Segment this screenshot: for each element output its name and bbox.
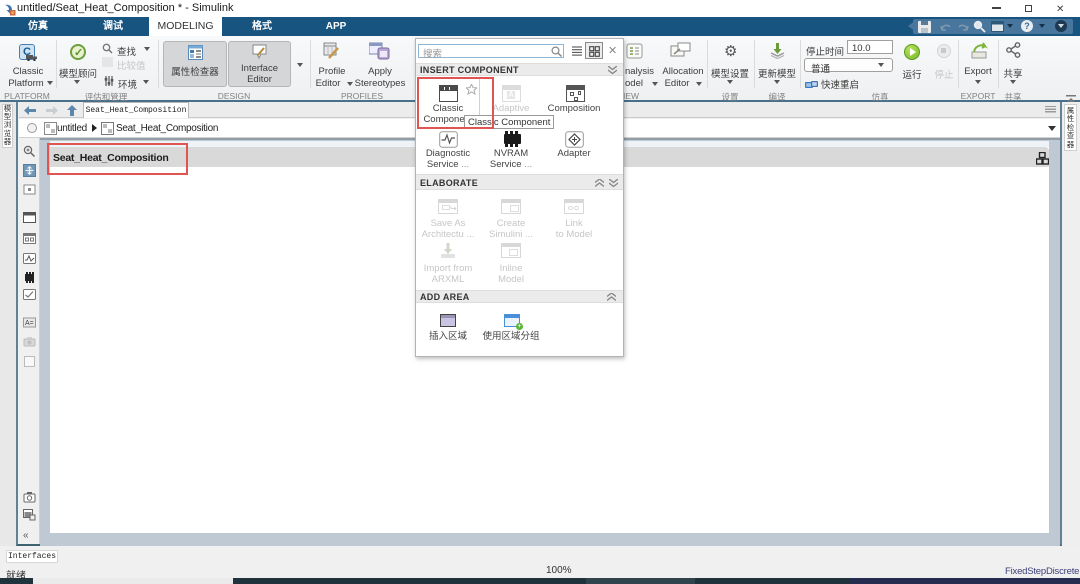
svg-text:A=: A= <box>25 320 34 327</box>
